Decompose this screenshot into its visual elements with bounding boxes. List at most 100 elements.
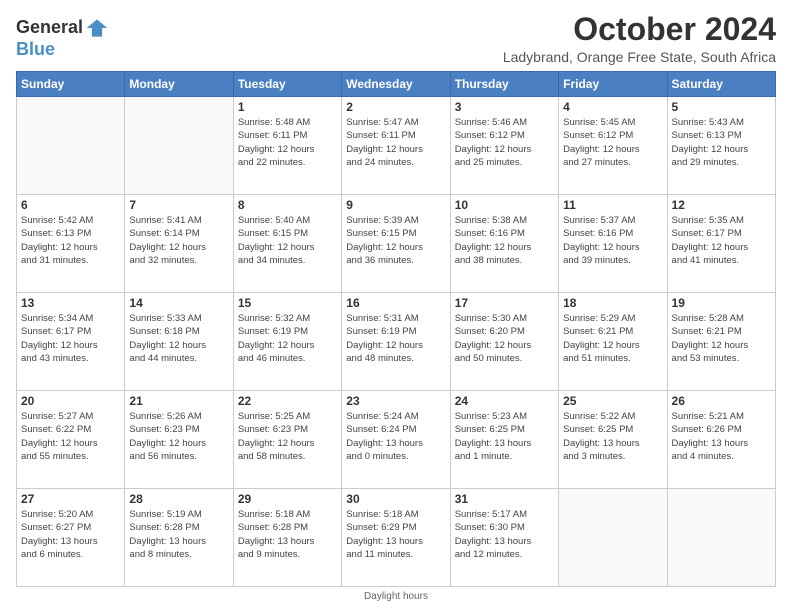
calendar-cell: 14 Sunrise: 5:33 AM Sunset: 6:18 PM Dayli… — [125, 293, 233, 391]
calendar-cell: 3 Sunrise: 5:46 AM Sunset: 6:12 PM Daylig… — [450, 97, 558, 195]
title-block: October 2024 Ladybrand, Orange Free Stat… — [503, 12, 776, 65]
day-info: Sunrise: 5:38 AM Sunset: 6:16 PM Dayligh… — [455, 214, 554, 267]
logo-icon — [85, 16, 109, 40]
calendar-cell: 26 Sunrise: 5:21 AM Sunset: 6:26 PM Dayli… — [667, 391, 775, 489]
calendar-cell: 25 Sunrise: 5:22 AM Sunset: 6:25 PM Dayli… — [559, 391, 667, 489]
day-info: Sunrise: 5:48 AM Sunset: 6:11 PM Dayligh… — [238, 116, 337, 169]
week-row-4: 20 Sunrise: 5:27 AM Sunset: 6:22 PM Dayli… — [17, 391, 776, 489]
day-info: Sunrise: 5:33 AM Sunset: 6:18 PM Dayligh… — [129, 312, 228, 365]
day-info: Sunrise: 5:18 AM Sunset: 6:29 PM Dayligh… — [346, 508, 445, 561]
col-thursday: Thursday — [450, 72, 558, 97]
day-number: 29 — [238, 492, 337, 506]
day-info: Sunrise: 5:27 AM Sunset: 6:22 PM Dayligh… — [21, 410, 120, 463]
day-number: 5 — [672, 100, 771, 114]
day-info: Sunrise: 5:34 AM Sunset: 6:17 PM Dayligh… — [21, 312, 120, 365]
logo-text-blue: Blue — [16, 40, 109, 60]
day-number: 21 — [129, 394, 228, 408]
day-number: 3 — [455, 100, 554, 114]
calendar-cell: 12 Sunrise: 5:35 AM Sunset: 6:17 PM Dayli… — [667, 195, 775, 293]
calendar-cell: 10 Sunrise: 5:38 AM Sunset: 6:16 PM Dayli… — [450, 195, 558, 293]
subtitle: Ladybrand, Orange Free State, South Afri… — [503, 49, 776, 65]
week-row-3: 13 Sunrise: 5:34 AM Sunset: 6:17 PM Dayli… — [17, 293, 776, 391]
day-number: 30 — [346, 492, 445, 506]
col-monday: Monday — [125, 72, 233, 97]
day-info: Sunrise: 5:17 AM Sunset: 6:30 PM Dayligh… — [455, 508, 554, 561]
day-info: Sunrise: 5:21 AM Sunset: 6:26 PM Dayligh… — [672, 410, 771, 463]
day-number: 27 — [21, 492, 120, 506]
header: General Blue October 2024 Ladybrand, Ora… — [16, 12, 776, 65]
calendar-cell — [559, 489, 667, 587]
calendar-cell: 8 Sunrise: 5:40 AM Sunset: 6:15 PM Daylig… — [233, 195, 341, 293]
day-info: Sunrise: 5:19 AM Sunset: 6:28 PM Dayligh… — [129, 508, 228, 561]
day-number: 8 — [238, 198, 337, 212]
calendar-cell: 22 Sunrise: 5:25 AM Sunset: 6:23 PM Dayli… — [233, 391, 341, 489]
calendar-cell: 18 Sunrise: 5:29 AM Sunset: 6:21 PM Dayli… — [559, 293, 667, 391]
day-info: Sunrise: 5:29 AM Sunset: 6:21 PM Dayligh… — [563, 312, 662, 365]
calendar-cell: 4Sunrise: 5:45 AM Sunset: 6:12 PM Daylig… — [559, 97, 667, 195]
day-number: 2 — [346, 100, 445, 114]
day-number: 25 — [563, 394, 662, 408]
calendar-cell: 16 Sunrise: 5:31 AM Sunset: 6:19 PM Dayli… — [342, 293, 450, 391]
day-info: Sunrise: 5:31 AM Sunset: 6:19 PM Dayligh… — [346, 312, 445, 365]
day-number: 18 — [563, 296, 662, 310]
day-number: 26 — [672, 394, 771, 408]
calendar-cell — [667, 489, 775, 587]
col-sunday: Sunday — [17, 72, 125, 97]
week-row-5: 27 Sunrise: 5:20 AM Sunset: 6:27 PM Dayli… — [17, 489, 776, 587]
day-number: 20 — [21, 394, 120, 408]
calendar-cell: 9 Sunrise: 5:39 AM Sunset: 6:15 PM Daylig… — [342, 195, 450, 293]
day-info: Sunrise: 5:43 AM Sunset: 6:13 PM Dayligh… — [672, 116, 771, 169]
col-tuesday: Tuesday — [233, 72, 341, 97]
calendar-cell: 30 Sunrise: 5:18 AM Sunset: 6:29 PM Dayli… — [342, 489, 450, 587]
calendar-cell: 17Sunrise: 5:30 AM Sunset: 6:20 PM Dayli… — [450, 293, 558, 391]
day-info: Sunrise: 5:35 AM Sunset: 6:17 PM Dayligh… — [672, 214, 771, 267]
day-number: 17 — [455, 296, 554, 310]
calendar-cell: 24 Sunrise: 5:23 AM Sunset: 6:25 PM Dayli… — [450, 391, 558, 489]
calendar-cell — [125, 97, 233, 195]
day-number: 6 — [21, 198, 120, 212]
day-info: Sunrise: 5:26 AM Sunset: 6:23 PM Dayligh… — [129, 410, 228, 463]
day-info: Sunrise: 5:28 AM Sunset: 6:21 PM Dayligh… — [672, 312, 771, 365]
day-number: 28 — [129, 492, 228, 506]
page: General Blue October 2024 Ladybrand, Ora… — [0, 0, 792, 612]
calendar-cell: 6Sunrise: 5:42 AM Sunset: 6:13 PM Daylig… — [17, 195, 125, 293]
day-number: 1 — [238, 100, 337, 114]
day-number: 24 — [455, 394, 554, 408]
day-number: 16 — [346, 296, 445, 310]
calendar-cell: 23Sunrise: 5:24 AM Sunset: 6:24 PM Dayli… — [342, 391, 450, 489]
day-info: Sunrise: 5:40 AM Sunset: 6:15 PM Dayligh… — [238, 214, 337, 267]
calendar-cell: 31Sunrise: 5:17 AM Sunset: 6:30 PM Dayli… — [450, 489, 558, 587]
logo-text-general: General — [16, 18, 83, 38]
col-friday: Friday — [559, 72, 667, 97]
day-number: 9 — [346, 198, 445, 212]
day-number: 19 — [672, 296, 771, 310]
day-info: Sunrise: 5:32 AM Sunset: 6:19 PM Dayligh… — [238, 312, 337, 365]
calendar-cell — [17, 97, 125, 195]
day-number: 10 — [455, 198, 554, 212]
day-info: Sunrise: 5:23 AM Sunset: 6:25 PM Dayligh… — [455, 410, 554, 463]
day-info: Sunrise: 5:20 AM Sunset: 6:27 PM Dayligh… — [21, 508, 120, 561]
day-info: Sunrise: 5:22 AM Sunset: 6:25 PM Dayligh… — [563, 410, 662, 463]
day-info: Sunrise: 5:24 AM Sunset: 6:24 PM Dayligh… — [346, 410, 445, 463]
day-info: Sunrise: 5:39 AM Sunset: 6:15 PM Dayligh… — [346, 214, 445, 267]
calendar-cell: 15 Sunrise: 5:32 AM Sunset: 6:19 PM Dayli… — [233, 293, 341, 391]
day-number: 13 — [21, 296, 120, 310]
col-saturday: Saturday — [667, 72, 775, 97]
week-row-1: 1 Sunrise: 5:48 AM Sunset: 6:11 PM Daylig… — [17, 97, 776, 195]
calendar-cell: 7Sunrise: 5:41 AM Sunset: 6:14 PM Daylig… — [125, 195, 233, 293]
day-number: 12 — [672, 198, 771, 212]
day-info: Sunrise: 5:25 AM Sunset: 6:23 PM Dayligh… — [238, 410, 337, 463]
day-info: Sunrise: 5:46 AM Sunset: 6:12 PM Dayligh… — [455, 116, 554, 169]
calendar-cell: 19 Sunrise: 5:28 AM Sunset: 6:21 PM Dayli… — [667, 293, 775, 391]
calendar-header-row: Sunday Monday Tuesday Wednesday Thursday… — [17, 72, 776, 97]
week-row-2: 6Sunrise: 5:42 AM Sunset: 6:13 PM Daylig… — [17, 195, 776, 293]
day-number: 7 — [129, 198, 228, 212]
footer-note: Daylight hours — [16, 591, 776, 602]
day-number: 4 — [563, 100, 662, 114]
day-number: 14 — [129, 296, 228, 310]
day-info: Sunrise: 5:47 AM Sunset: 6:11 PM Dayligh… — [346, 116, 445, 169]
day-number: 15 — [238, 296, 337, 310]
calendar-cell: 27 Sunrise: 5:20 AM Sunset: 6:27 PM Dayli… — [17, 489, 125, 587]
day-info: Sunrise: 5:18 AM Sunset: 6:28 PM Dayligh… — [238, 508, 337, 561]
day-number: 22 — [238, 394, 337, 408]
